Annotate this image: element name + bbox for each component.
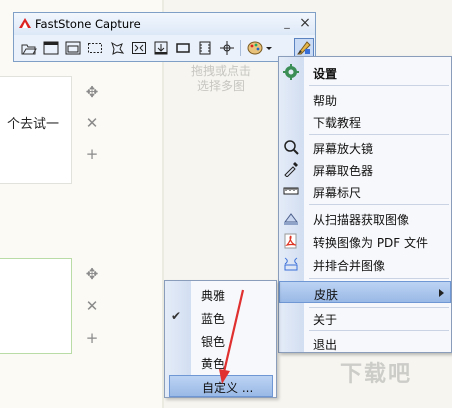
menu-item-exit-label: 退出 bbox=[313, 338, 338, 352]
menu-item-ruler-label: 屏幕标尺 bbox=[313, 186, 362, 200]
open-file-icon[interactable] bbox=[19, 38, 39, 58]
skin-option-label: 黄色 bbox=[201, 357, 226, 371]
menu-item-tutorial[interactable]: 下载教程 bbox=[279, 110, 451, 132]
menu-item-settings[interactable]: 设置 bbox=[279, 61, 451, 83]
ruler-icon bbox=[283, 183, 299, 199]
settings-menu-icon[interactable] bbox=[294, 38, 314, 58]
skin-option-label: 蓝色 bbox=[201, 312, 226, 326]
background-card-1: 个去试一 bbox=[0, 76, 72, 184]
card-1-text: 个去试一 bbox=[7, 117, 60, 132]
faststone-capture-window: FastStone Capture _ × bbox=[13, 12, 316, 62]
app-logo-icon bbox=[18, 17, 32, 32]
menu-item-to-pdf-label: 转换图像为 PDF 文件 bbox=[313, 236, 429, 250]
menu-item-about[interactable]: 关于 bbox=[279, 307, 451, 329]
capture-fixed-region-icon[interactable] bbox=[173, 38, 193, 58]
capture-window-object-icon[interactable] bbox=[63, 38, 83, 58]
toolbar-separator bbox=[240, 40, 241, 56]
magnifier-icon bbox=[283, 139, 299, 155]
output-palette-icon[interactable] bbox=[245, 38, 275, 58]
menu-item-tutorial-label: 下载教程 bbox=[313, 116, 362, 130]
menu-separator bbox=[309, 278, 449, 279]
skin-option-custom[interactable]: 自定义 ... bbox=[169, 375, 273, 397]
skin-option-elegant[interactable]: 典雅 bbox=[165, 283, 276, 305]
remove-icon[interactable]: ✕ bbox=[82, 115, 102, 131]
background-card-2 bbox=[0, 258, 72, 354]
menu-item-magnifier-label: 屏幕放大镜 bbox=[313, 142, 374, 156]
capture-rectangle-icon[interactable] bbox=[85, 38, 105, 58]
skin-option-custom-label: 自定义 ... bbox=[202, 381, 254, 395]
menu-item-help[interactable]: 帮助 bbox=[279, 88, 451, 110]
pdf-icon bbox=[283, 233, 299, 249]
menu-item-merge-label: 并排合并图像 bbox=[313, 259, 386, 273]
screen-recorder-icon[interactable] bbox=[195, 38, 215, 58]
skin-submenu: 典雅 ✔ 蓝色 银色 黄色 自定义 ... bbox=[164, 280, 277, 398]
capture-freehand-icon[interactable] bbox=[107, 38, 127, 58]
close-button[interactable]: × bbox=[298, 16, 312, 30]
menu-item-to-pdf[interactable]: 转换图像为 PDF 文件 bbox=[279, 230, 451, 252]
menu-item-color-picker[interactable]: 屏幕取色器 bbox=[279, 158, 451, 180]
menu-item-skin[interactable]: 皮肤 bbox=[279, 281, 451, 303]
title-bar[interactable]: FastStone Capture _ × bbox=[14, 13, 315, 35]
minimize-button[interactable]: _ bbox=[280, 16, 294, 30]
move-handle-icon-2[interactable]: ✥ bbox=[82, 266, 102, 282]
merge-images-icon bbox=[283, 256, 299, 272]
skin-option-silver[interactable]: 银色 bbox=[165, 329, 276, 351]
add-icon-2[interactable]: + bbox=[82, 330, 102, 346]
app-title: FastStone Capture bbox=[35, 17, 141, 31]
crosshair-icon[interactable] bbox=[217, 38, 237, 58]
skin-option-label: 典雅 bbox=[201, 289, 226, 303]
skin-option-blue[interactable]: ✔ 蓝色 bbox=[165, 306, 276, 328]
capture-active-window-icon[interactable] bbox=[41, 38, 61, 58]
skin-option-yellow[interactable]: 黄色 bbox=[165, 351, 276, 373]
menu-item-skin-label: 皮肤 bbox=[314, 288, 339, 302]
menu-separator bbox=[309, 330, 449, 331]
menu-item-ruler[interactable]: 屏幕标尺 bbox=[279, 180, 451, 202]
capture-scrolling-icon[interactable] bbox=[151, 38, 171, 58]
menu-separator bbox=[309, 134, 449, 135]
settings-dropdown-menu: 设置 帮助 下载教程 屏幕放大镜 屏幕取色器 屏幕标尺 从扫描器获取图像 转换图… bbox=[278, 56, 452, 353]
menu-item-magnifier[interactable]: 屏幕放大镜 bbox=[279, 136, 451, 158]
move-handle-icon[interactable]: ✥ bbox=[82, 84, 102, 100]
upload-hint-text: 拖拽或点击 选择多图 bbox=[186, 64, 256, 94]
submenu-arrow-icon bbox=[439, 289, 444, 297]
menu-item-exit[interactable]: 退出 bbox=[279, 332, 451, 354]
menu-item-help-label: 帮助 bbox=[313, 94, 338, 108]
gear-icon bbox=[283, 64, 299, 80]
menu-separator bbox=[309, 204, 449, 205]
checkmark-icon: ✔ bbox=[171, 309, 182, 323]
eyedropper-icon bbox=[283, 161, 299, 177]
add-icon[interactable]: + bbox=[82, 146, 102, 162]
menu-item-color-picker-label: 屏幕取色器 bbox=[313, 164, 374, 178]
remove-icon-2[interactable]: ✕ bbox=[82, 298, 102, 314]
skin-option-label: 银色 bbox=[201, 335, 226, 349]
menu-item-merge[interactable]: 并排合并图像 bbox=[279, 253, 451, 275]
menu-item-settings-label: 设置 bbox=[313, 67, 338, 81]
menu-separator bbox=[309, 85, 449, 86]
scanner-icon bbox=[283, 210, 299, 226]
capture-fullscreen-icon[interactable] bbox=[129, 38, 149, 58]
menu-item-about-label: 关于 bbox=[313, 313, 338, 327]
menu-item-scanner-label: 从扫描器获取图像 bbox=[313, 213, 410, 227]
menu-item-scanner[interactable]: 从扫描器获取图像 bbox=[279, 207, 451, 229]
site-watermark: 下载吧 bbox=[340, 362, 413, 387]
upload-hint-lines: 拖拽或点击 选择多图 bbox=[190, 64, 251, 93]
